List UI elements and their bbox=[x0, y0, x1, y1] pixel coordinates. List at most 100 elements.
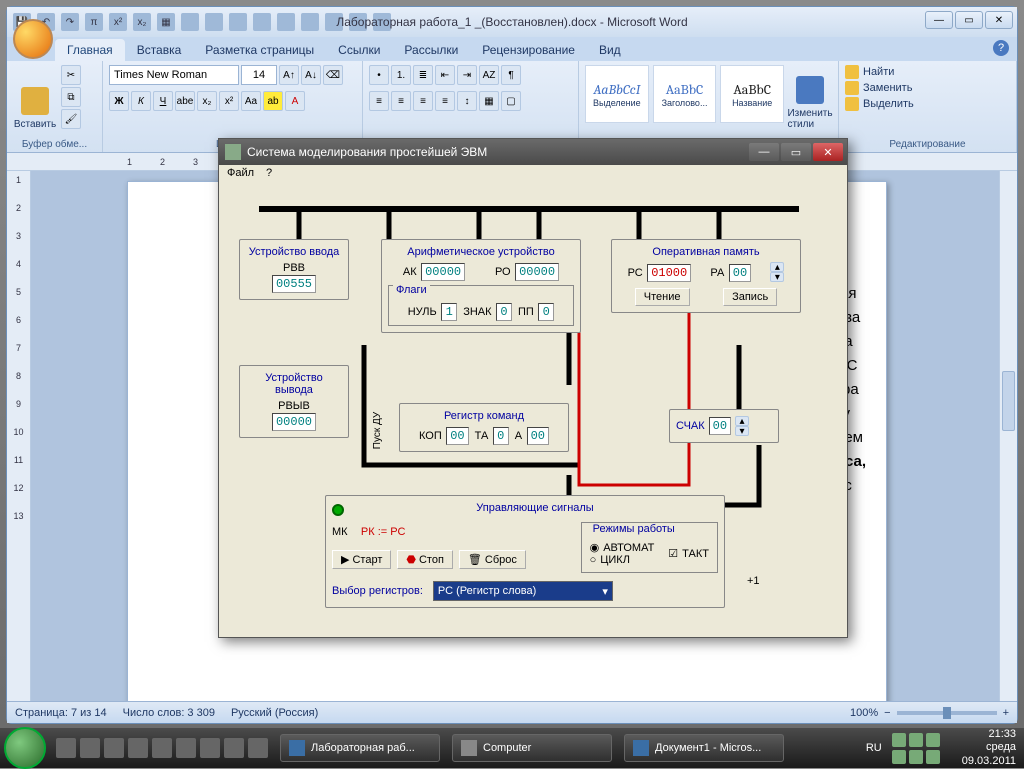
task-item-2[interactable]: Computer bbox=[452, 734, 612, 762]
ql-item-4[interactable] bbox=[128, 738, 148, 758]
shading-icon[interactable]: ▦ bbox=[479, 91, 499, 111]
qat-table-icon[interactable]: ▦ bbox=[157, 13, 175, 31]
schak-up-button[interactable]: ▴ bbox=[735, 416, 749, 426]
reset-button[interactable]: 🗑Сброс bbox=[459, 550, 526, 569]
zoom-thumb[interactable] bbox=[943, 707, 951, 719]
bold-button[interactable]: Ж bbox=[109, 91, 129, 111]
redo-icon[interactable]: ↷ bbox=[61, 13, 79, 31]
style-1[interactable]: AaBbCcI Выделение bbox=[585, 65, 649, 123]
tray-icon[interactable] bbox=[909, 750, 923, 764]
ra-down-button[interactable]: ▾ bbox=[770, 272, 784, 282]
flag-pp[interactable]: 0 bbox=[538, 303, 554, 321]
tab-review[interactable]: Рецензирование bbox=[470, 39, 587, 61]
align-left-icon[interactable]: ≡ bbox=[369, 91, 389, 111]
start-button[interactable]: ▶Старт bbox=[332, 550, 391, 569]
status-lang[interactable]: Русский (Россия) bbox=[231, 707, 318, 719]
evm-menu-help[interactable]: ? bbox=[266, 167, 272, 183]
qat-btn-9[interactable] bbox=[229, 13, 247, 31]
align-center-icon[interactable]: ≡ bbox=[391, 91, 411, 111]
vertical-scrollbar[interactable] bbox=[999, 171, 1017, 701]
qat-btn-10[interactable] bbox=[253, 13, 271, 31]
qat-btn-11[interactable] bbox=[277, 13, 295, 31]
qat-sup-icon[interactable]: x² bbox=[109, 13, 127, 31]
schak-down-button[interactable]: ▾ bbox=[735, 426, 749, 436]
ql-item-7[interactable] bbox=[200, 738, 220, 758]
bullets-icon[interactable]: • bbox=[369, 65, 389, 85]
line-spacing-icon[interactable]: ↕ bbox=[457, 91, 477, 111]
rc-value[interactable]: 01000 bbox=[647, 264, 691, 282]
clock[interactable]: 21:33 среда 09.03.2011 bbox=[962, 728, 1016, 768]
highlight-button[interactable]: ab bbox=[263, 91, 283, 111]
close-button[interactable]: ✕ bbox=[985, 11, 1013, 29]
tab-layout[interactable]: Разметка страницы bbox=[193, 39, 326, 61]
font-size-select[interactable]: 14 bbox=[241, 65, 277, 85]
stop-button[interactable]: ⬣Стоп bbox=[397, 550, 453, 569]
language-indicator[interactable]: RU bbox=[866, 742, 882, 754]
evm-titlebar[interactable]: Система моделирования простейшей ЭВМ — ▭… bbox=[219, 139, 847, 165]
zoom-slider[interactable] bbox=[897, 711, 997, 715]
grow-font-icon[interactable]: A↑ bbox=[279, 65, 299, 85]
mode-takt-checkbox[interactable]: ☑ТАКТ bbox=[668, 541, 709, 566]
copy-icon[interactable]: ⧉ bbox=[61, 87, 81, 107]
align-right-icon[interactable]: ≡ bbox=[413, 91, 433, 111]
ra-value[interactable]: 00 bbox=[729, 264, 751, 282]
mode-auto-radio[interactable]: ◉АВТОМАТ bbox=[590, 541, 655, 554]
ql-item-3[interactable] bbox=[104, 738, 124, 758]
ql-item-1[interactable] bbox=[56, 738, 76, 758]
paste-button[interactable]: Вставить bbox=[13, 65, 57, 133]
mode-cycle-radio[interactable]: ○ЦИКЛ bbox=[590, 554, 655, 566]
ta-value[interactable]: 0 bbox=[493, 427, 509, 445]
underline-button[interactable]: Ч bbox=[153, 91, 173, 111]
ql-item-5[interactable] bbox=[152, 738, 172, 758]
a-value[interactable]: 00 bbox=[527, 427, 549, 445]
select-register-dropdown[interactable]: РС (Регистр слова)▾ bbox=[433, 581, 613, 601]
select-button[interactable]: Выделить bbox=[845, 97, 914, 111]
ro-value[interactable]: 00000 bbox=[515, 263, 559, 281]
font-name-select[interactable]: Times New Roman bbox=[109, 65, 239, 85]
tray-icon[interactable] bbox=[909, 733, 923, 747]
office-button[interactable] bbox=[13, 19, 53, 59]
scrollbar-thumb[interactable] bbox=[1002, 371, 1015, 431]
ak-value[interactable]: 00000 bbox=[421, 263, 465, 281]
rvyv-value[interactable]: 00000 bbox=[272, 413, 316, 431]
read-button[interactable]: Чтение bbox=[635, 288, 690, 306]
write-button[interactable]: Запись bbox=[723, 288, 777, 306]
task-item-1[interactable]: Лабораторная раб... bbox=[280, 734, 440, 762]
change-case-button[interactable]: Aa bbox=[241, 91, 261, 111]
tab-mailings[interactable]: Рассылки bbox=[392, 39, 470, 61]
word-titlebar[interactable]: 💾 ↶ ↷ π x² x₂ ▦ Лабораторная работа_1 _(… bbox=[7, 7, 1017, 37]
zoom-out-icon[interactable]: − bbox=[884, 707, 890, 719]
ql-item-2[interactable] bbox=[80, 738, 100, 758]
clear-format-icon[interactable]: ⌫ bbox=[323, 65, 343, 85]
ql-item-6[interactable] bbox=[176, 738, 196, 758]
indent-dec-icon[interactable]: ⇤ bbox=[435, 65, 455, 85]
style-3[interactable]: AaBbC Название bbox=[720, 65, 784, 123]
borders-icon[interactable]: ▢ bbox=[501, 91, 521, 111]
show-marks-icon[interactable]: ¶ bbox=[501, 65, 521, 85]
evm-minimize-button[interactable]: — bbox=[749, 143, 779, 161]
start-button[interactable] bbox=[4, 727, 46, 769]
superscript-button[interactable]: x² bbox=[219, 91, 239, 111]
ql-item-9[interactable] bbox=[248, 738, 268, 758]
tab-home[interactable]: Главная bbox=[55, 39, 125, 61]
shrink-font-icon[interactable]: A↓ bbox=[301, 65, 321, 85]
tray-icon[interactable] bbox=[892, 750, 906, 764]
italic-button[interactable]: К bbox=[131, 91, 151, 111]
zoom-in-icon[interactable]: + bbox=[1003, 707, 1009, 719]
ql-item-8[interactable] bbox=[224, 738, 244, 758]
change-styles-button[interactable]: Изменить стили bbox=[788, 65, 832, 133]
qat-btn-7[interactable] bbox=[181, 13, 199, 31]
evm-maximize-button[interactable]: ▭ bbox=[781, 143, 811, 161]
minimize-button[interactable]: — bbox=[925, 11, 953, 29]
qat-btn-8[interactable] bbox=[205, 13, 223, 31]
multilevel-icon[interactable]: ≣ bbox=[413, 65, 433, 85]
format-painter-icon[interactable]: 🖌 bbox=[61, 109, 81, 129]
tray-icon[interactable] bbox=[892, 733, 906, 747]
evm-close-button[interactable]: ✕ bbox=[813, 143, 843, 161]
evm-menu-file[interactable]: Файл bbox=[227, 167, 254, 183]
indent-inc-icon[interactable]: ⇥ bbox=[457, 65, 477, 85]
cut-icon[interactable]: ✂ bbox=[61, 65, 81, 85]
find-button[interactable]: Найти bbox=[845, 65, 914, 79]
schak-value[interactable]: 00 bbox=[709, 417, 731, 435]
zoom-value[interactable]: 100% bbox=[850, 707, 878, 719]
